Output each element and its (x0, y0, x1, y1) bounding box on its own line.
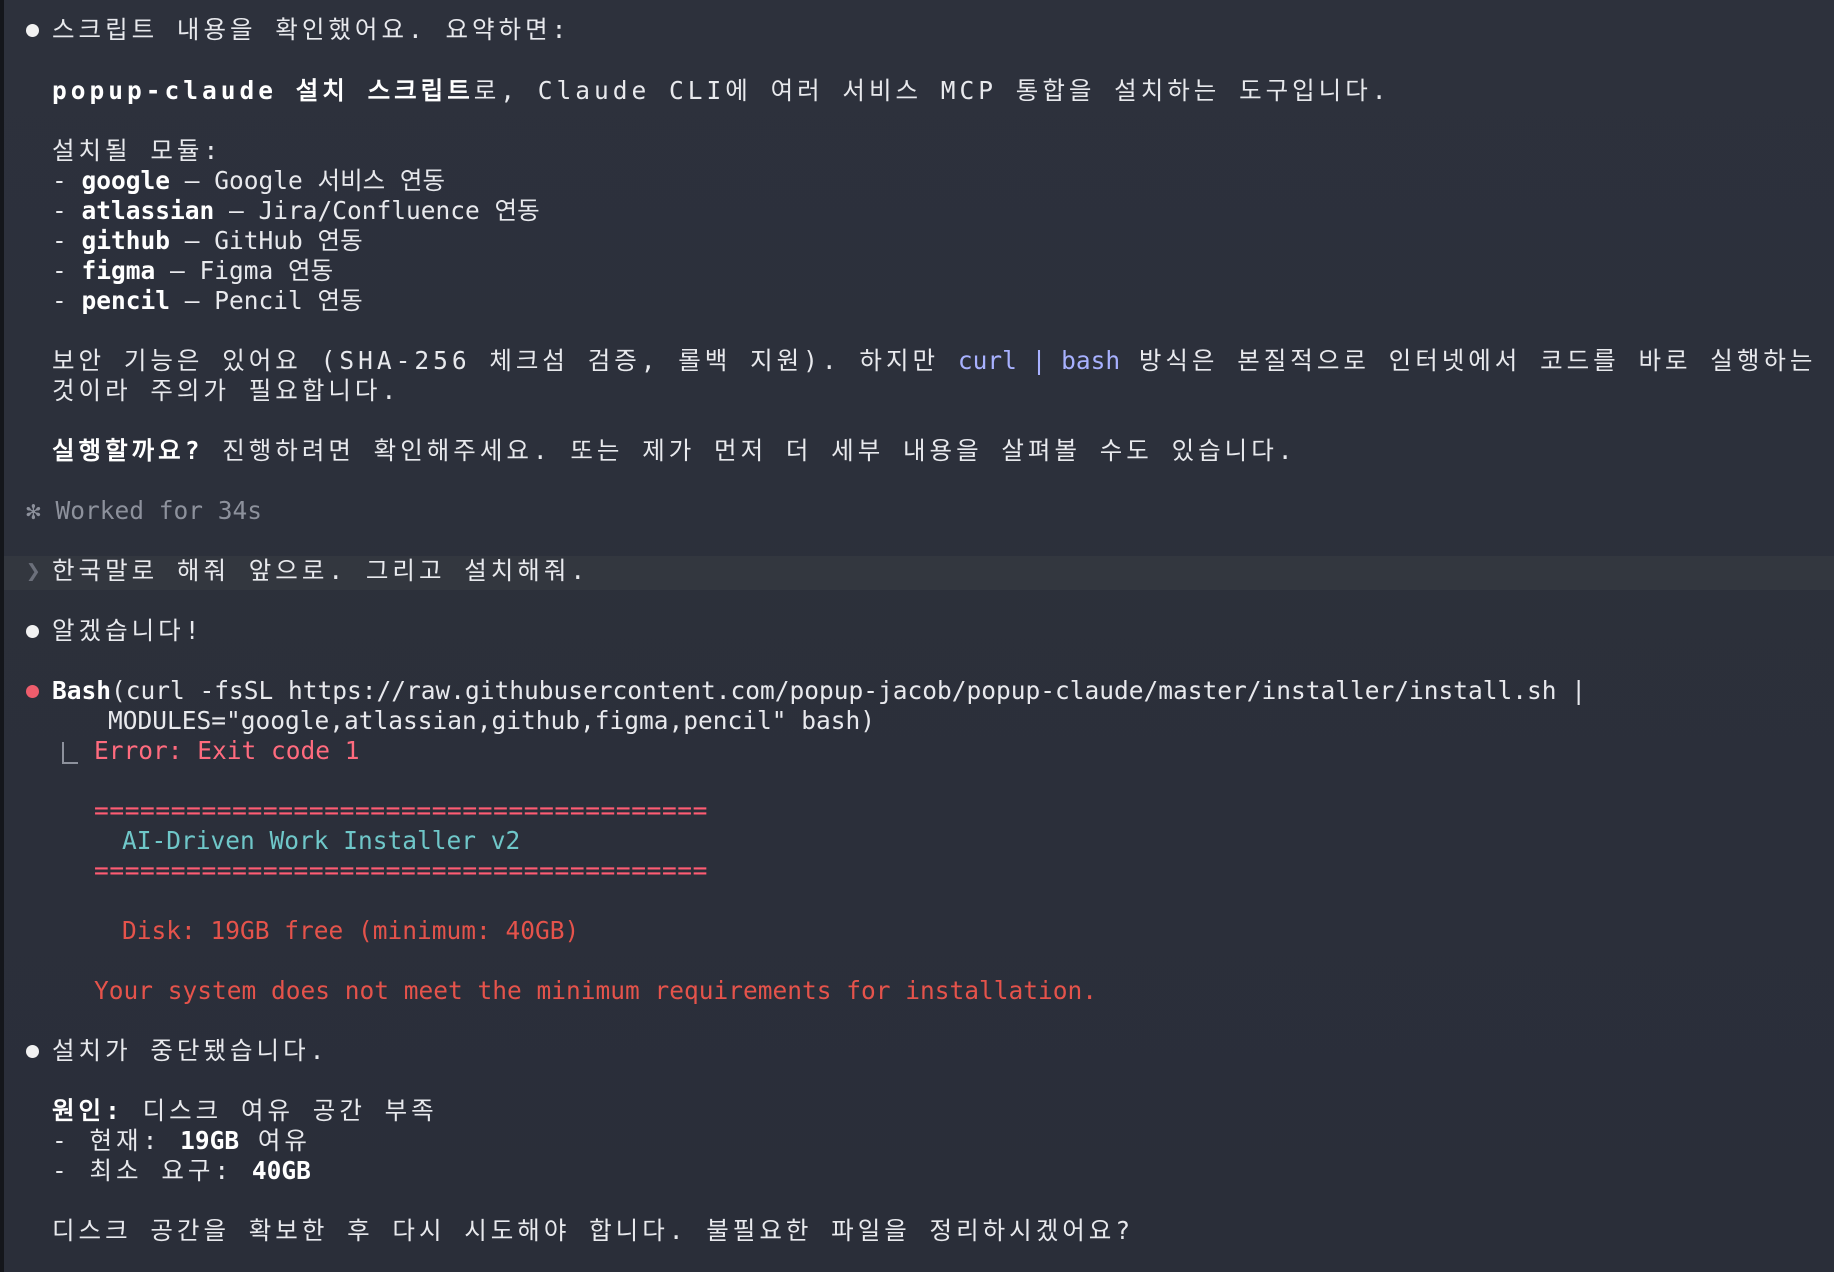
installer-banner: AI-Driven Work Installer v2 (122, 826, 521, 855)
tree-branch-icon (62, 742, 78, 764)
inline-code: curl | bash (957, 346, 1121, 375)
asterisk-icon: ✻ (26, 496, 41, 525)
security-line-2: 것이라 주의가 필요합니다. (52, 376, 401, 405)
terminal-window: 스크립트 내용을 확인했어요. 요약하면: popup-claude 설치 스크… (0, 0, 1834, 1272)
tool-args-line-2: MODULES="google,atlassian,github,figma,p… (108, 706, 876, 735)
cause-rest: 디스크 여유 공간 부족 (123, 1096, 438, 1125)
module-desc: — Google 서비스 연동 (170, 166, 445, 195)
summary-line: popup-claude 설치 스크립트로, Claude CLI에 여러 서비… (52, 76, 1391, 106)
security-post: 방식은 본질적으로 인터넷에서 코드를 바로 실행하는 (1120, 346, 1817, 375)
list-item: - 최소 요구: 40GB (52, 1156, 311, 1186)
tool-status-bullet-icon (26, 685, 39, 698)
list-item: - pencil — Pencil 연동 (52, 286, 363, 315)
current-post: 여유 (239, 1126, 311, 1155)
list-item: - google — Google 서비스 연동 (52, 166, 445, 195)
list-item: - github — GitHub 연동 (52, 226, 363, 255)
assistant-abort: 설치가 중단됐습니다. (52, 1036, 329, 1065)
requirement-error: Your system does not meet the minimum re… (94, 976, 1098, 1005)
ask-rest: 진행하려면 확인해주세요. 또는 제가 먼저 더 세부 내용을 살펴볼 수도 있… (203, 436, 1297, 465)
tool-name: Bash (52, 676, 112, 705)
tool-args: (curl -fsSL https://raw.githubuserconten… (111, 676, 1587, 705)
min-pre: - 최소 요구: (52, 1156, 252, 1185)
assistant-bullet-icon (26, 1045, 39, 1058)
assistant-intro: 스크립트 내용을 확인했어요. 요약하면: (52, 15, 571, 44)
security-line: 보안 기능은 있어요 (SHA-256 체크섬 검증, 롤백 지원). 하지만 … (52, 346, 1816, 376)
divider-rule-bottom: ======================================== (94, 856, 709, 885)
disk-status: Disk: 19GB free (minimum: 40GB) (122, 916, 580, 945)
cause-bold: 원인: (52, 1096, 124, 1125)
module-name: pencil (81, 286, 171, 315)
min-bold: 40GB (251, 1156, 311, 1185)
divider-rule-top: ======================================== (94, 796, 709, 825)
worked-text: Worked for 34s (55, 496, 263, 525)
list-item: - figma — Figma 연동 (52, 256, 334, 285)
prompt-chevron-icon: ❯ (26, 556, 41, 585)
closing-line: 디스크 공간을 확보한 후 다시 시도해야 합니다. 불필요한 파일을 정리하시… (52, 1216, 1135, 1245)
cause-line: 원인: 디스크 여유 공간 부족 (52, 1096, 438, 1126)
current-pre: - 현재: (52, 1126, 181, 1155)
assistant-bullet-icon (26, 24, 39, 37)
module-desc: — Jira/Confluence 연동 (214, 196, 540, 225)
assistant-bullet-icon (26, 625, 39, 638)
list-item: - 현재: 19GB 여유 (52, 1126, 311, 1156)
summary-bold: popup-claude 설치 스크립트 (52, 76, 474, 105)
tool-call-line: Bash(curl -fsSL https://raw.githubuserco… (52, 676, 1586, 706)
ask-line: 실행할까요? 진행하려면 확인해주세요. 또는 제가 먼저 더 세부 내용을 살… (52, 436, 1296, 466)
ask-bold: 실행할까요? (52, 436, 204, 465)
security-pre: 보안 기능은 있어요 (SHA-256 체크섬 검증, 롤백 지원). 하지만 (52, 346, 958, 375)
module-name: atlassian (81, 196, 215, 225)
modules-heading: 설치될 모듈: (52, 136, 223, 165)
list-item: - atlassian — Jira/Confluence 연동 (52, 196, 540, 225)
assistant-reply: 알겠습니다! (52, 616, 204, 645)
module-name: github (81, 226, 171, 255)
worked-status: ✻ Worked for 34s (26, 496, 262, 526)
module-desc: — Figma 연동 (155, 256, 334, 285)
error-text: Error: Exit code 1 (94, 736, 360, 765)
current-bold: 19GB (180, 1126, 240, 1155)
module-desc: — GitHub 연동 (170, 226, 363, 255)
module-name: figma (81, 256, 156, 285)
user-message: 한국말로 해줘 앞으로. 그리고 설치해줘. (52, 556, 590, 585)
module-desc: — Pencil 연동 (170, 286, 363, 315)
module-name: google (81, 166, 171, 195)
summary-rest: 로, Claude CLI에 여러 서비스 MCP 통합을 설치하는 도구입니다… (473, 76, 1391, 105)
